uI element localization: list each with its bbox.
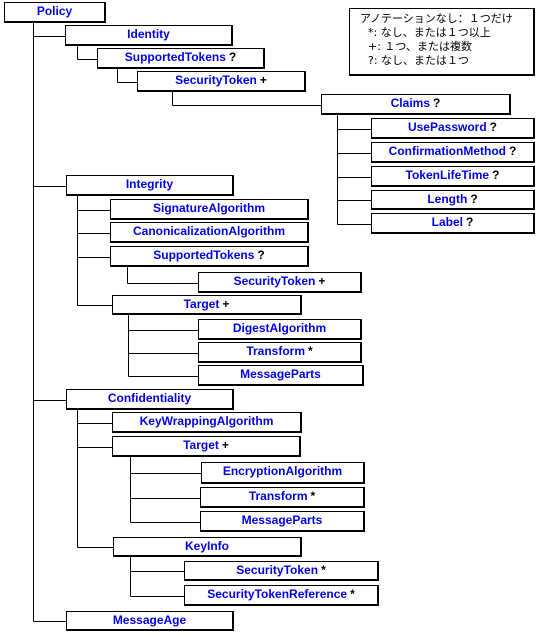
node-use-password[interactable]: UsePassword? bbox=[371, 118, 535, 139]
node-label: SupportedTokens bbox=[124, 50, 226, 64]
node-label: SecurityToken bbox=[175, 73, 257, 87]
node-encryption-algorithm[interactable]: EncryptionAlgorithm bbox=[201, 462, 365, 484]
legend-row-none: アノテーションなし：１つだけ bbox=[360, 12, 513, 25]
node-label: MessageAge bbox=[112, 613, 187, 627]
node-label: Transform bbox=[248, 489, 308, 503]
cardinality-marker: + bbox=[318, 274, 326, 288]
node-label: KeyInfo bbox=[184, 539, 229, 553]
cardinality-marker: ? bbox=[508, 144, 517, 158]
node-label: Length bbox=[427, 192, 468, 206]
node-label: Policy bbox=[36, 4, 73, 18]
cardinality-marker: * bbox=[321, 563, 326, 577]
node-confidentiality[interactable]: Confidentiality bbox=[66, 389, 234, 410]
node-token-lifetime[interactable]: TokenLifeTime? bbox=[371, 166, 535, 187]
node-label: MessageParts bbox=[241, 513, 323, 527]
node-claims[interactable]: Claims? bbox=[321, 94, 511, 115]
node-label: CanonicalizationAlgorithm bbox=[132, 224, 285, 238]
node-policy[interactable]: Policy bbox=[4, 2, 106, 23]
cardinality-marker: ? bbox=[228, 50, 237, 64]
node-identity[interactable]: Identity bbox=[65, 25, 233, 46]
node-id-security-token[interactable]: SecurityToken + bbox=[137, 71, 306, 92]
node-label: SecurityTokenReference bbox=[207, 587, 348, 601]
node-label: TokenLifeTime bbox=[405, 168, 490, 182]
cardinality-marker: + bbox=[222, 297, 230, 311]
node-label: KeyWrappingAlgorithm bbox=[139, 414, 274, 428]
cardinality-marker: ? bbox=[489, 120, 498, 134]
node-label: ConfirmationMethod bbox=[388, 144, 506, 158]
node-conf-target[interactable]: Target + bbox=[112, 436, 301, 457]
node-label: Label bbox=[431, 215, 463, 229]
node-label: Claims bbox=[390, 96, 430, 110]
node-conf-message-parts[interactable]: MessageParts bbox=[200, 511, 365, 532]
node-label: SecurityToken bbox=[236, 563, 319, 577]
cardinality-marker: ? bbox=[257, 248, 265, 262]
node-label: MessageParts bbox=[240, 367, 321, 381]
node-int-security-token[interactable]: SecurityToken + bbox=[198, 272, 362, 293]
node-digest-algorithm[interactable]: DigestAlgorithm bbox=[198, 319, 362, 340]
cardinality-marker: ? bbox=[470, 192, 478, 206]
cardinality-marker: + bbox=[221, 438, 229, 452]
node-label: SecurityToken bbox=[233, 274, 316, 288]
cardinality-marker: ? bbox=[492, 168, 500, 182]
node-label: Transform bbox=[246, 344, 305, 358]
node-label: EncryptionAlgorithm bbox=[222, 464, 343, 478]
node-integrity[interactable]: Integrity bbox=[66, 175, 234, 196]
node-key-wrapping-algorithm[interactable]: KeyWrappingAlgorithm bbox=[112, 412, 302, 433]
node-message-age[interactable]: MessageAge bbox=[66, 611, 234, 631]
node-length[interactable]: Length? bbox=[371, 190, 535, 210]
node-label: SupportedTokens bbox=[153, 248, 255, 262]
node-label: Confidentiality bbox=[107, 391, 192, 405]
legend-row-plus: +: １つ、または複数 bbox=[368, 40, 472, 53]
node-label: Integrity bbox=[125, 177, 174, 191]
node-label: DigestAlgorithm bbox=[232, 321, 327, 335]
node-confirmation-method[interactable]: ConfirmationMethod? bbox=[371, 142, 535, 163]
node-security-token-reference[interactable]: SecurityTokenReference * bbox=[184, 585, 379, 606]
node-ki-security-token[interactable]: SecurityToken * bbox=[184, 561, 379, 581]
cardinality-marker: ? bbox=[433, 96, 441, 110]
node-int-transform[interactable]: Transform * bbox=[198, 342, 362, 363]
cardinality-marker: * bbox=[310, 489, 316, 503]
legend-box: アノテーションなし：１つだけ *: なし、または１つ以上 +: １つ、または複数… bbox=[349, 8, 535, 76]
cardinality-marker: + bbox=[259, 73, 267, 87]
legend-row-star: *: なし、または１つ以上 bbox=[368, 26, 491, 39]
node-canonicalization-algorithm[interactable]: CanonicalizationAlgorithm bbox=[110, 222, 309, 243]
node-label[interactable]: Label? bbox=[371, 213, 535, 234]
node-label: SignatureAlgorithm bbox=[152, 201, 265, 215]
node-label: Target bbox=[183, 297, 220, 311]
node-label: UsePassword bbox=[407, 120, 487, 134]
legend-row-question: ?: なし、または１つ bbox=[368, 54, 470, 67]
cardinality-marker: ? bbox=[466, 215, 474, 229]
cardinality-marker: * bbox=[350, 587, 355, 601]
node-label: Target bbox=[183, 438, 219, 452]
node-int-supported-tokens[interactable]: SupportedTokens? bbox=[110, 246, 309, 267]
node-int-target[interactable]: Target + bbox=[112, 295, 302, 315]
node-conf-transform[interactable]: Transform * bbox=[200, 487, 365, 508]
cardinality-marker: * bbox=[308, 344, 313, 358]
node-id-supported-tokens[interactable]: SupportedTokens? bbox=[97, 48, 265, 69]
node-key-info[interactable]: KeyInfo bbox=[113, 537, 302, 557]
node-int-message-parts[interactable]: MessageParts bbox=[198, 365, 364, 386]
node-signature-algorithm[interactable]: SignatureAlgorithm bbox=[110, 199, 309, 220]
node-label: Identity bbox=[127, 27, 170, 41]
